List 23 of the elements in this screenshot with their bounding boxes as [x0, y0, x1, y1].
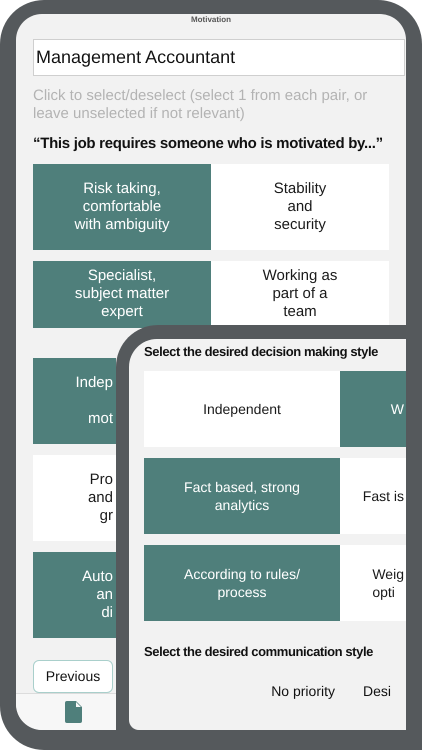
option-tile[interactable]: Pro and gr — [33, 454, 116, 540]
job-title-field[interactable]: Management Accountant — [33, 39, 405, 76]
option-tile[interactable]: Risk taking, comfortable with ambiguity — [33, 164, 211, 250]
option-tile[interactable]: Auto an di — [33, 552, 116, 638]
column-header: Desi — [362, 682, 391, 701]
section-heading: Select the desired decision making style — [144, 343, 378, 361]
option-tile[interactable]: Fast is — [340, 458, 406, 534]
option-tile[interactable]: W — [340, 370, 406, 446]
option-tile[interactable]: Independent — [144, 370, 340, 446]
option-tile[interactable]: Weig opti — [340, 544, 406, 620]
column-header: No priority — [271, 682, 335, 701]
previous-button[interactable]: Previous — [33, 660, 113, 692]
option-tile[interactable]: Specialist, subject matter expert — [33, 260, 211, 328]
option-tile[interactable]: Stability and security — [211, 164, 389, 250]
instruction-text: Click to select/deselect (select 1 from each pair, or leave unselected if not relevant) — [33, 87, 368, 123]
screen-title: Motivation — [191, 15, 231, 25]
option-tile[interactable]: According to rules/ process — [144, 544, 340, 620]
document-icon[interactable] — [65, 700, 82, 722]
section-heading: Select the desired communication style — [144, 642, 373, 661]
question-text: “This job requires someone who is motivated by...” — [33, 134, 384, 154]
option-tile[interactable]: Working as part of a team — [211, 260, 389, 328]
option-tile[interactable]: Fact based, strong analytics — [144, 458, 340, 534]
option-tile[interactable]: Indep mot — [33, 358, 116, 444]
